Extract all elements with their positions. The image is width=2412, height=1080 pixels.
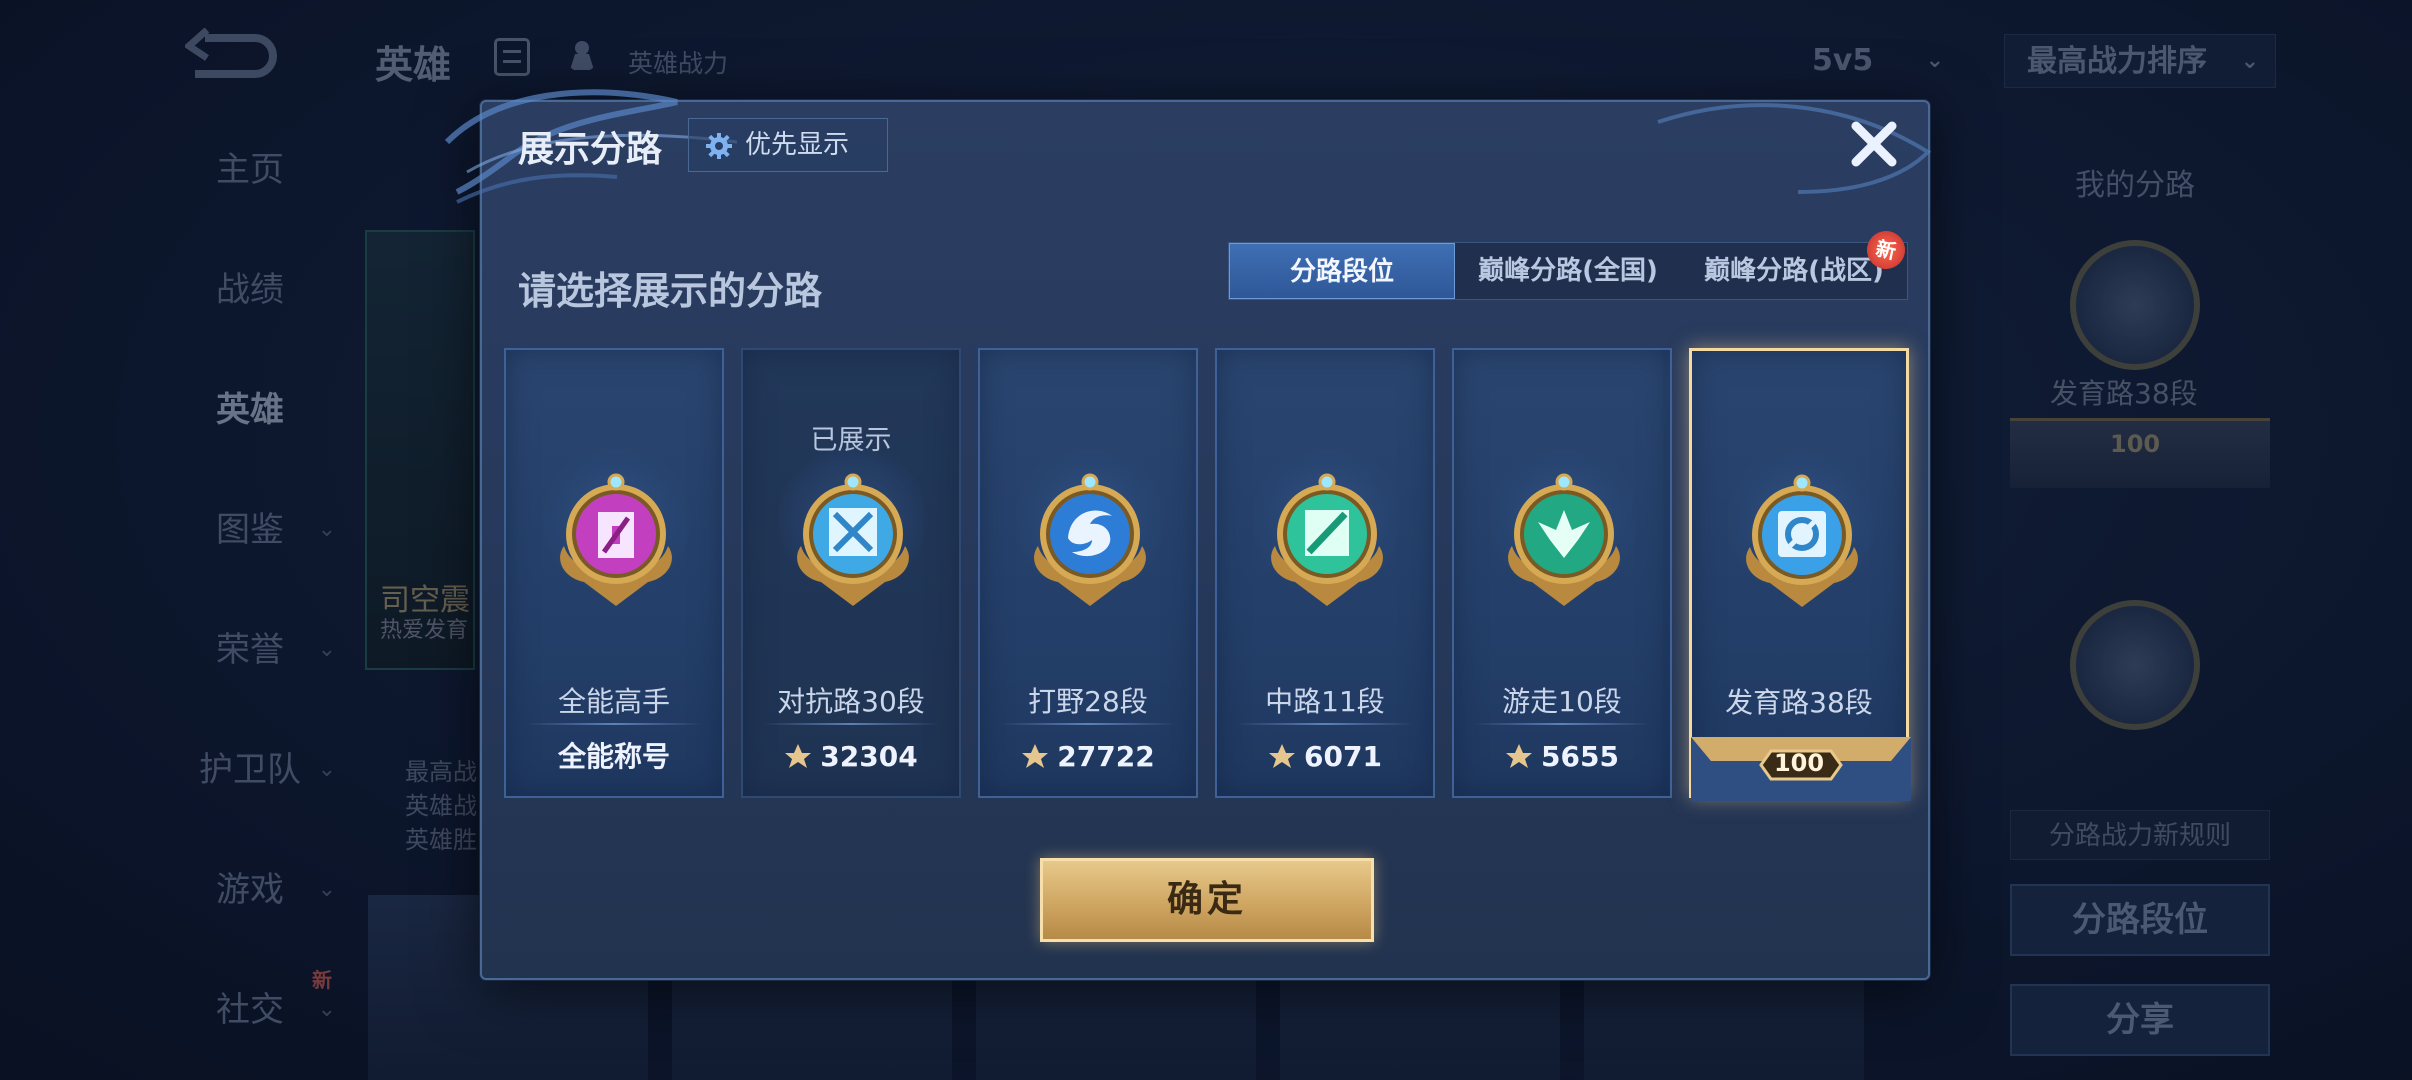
lane-power: 6071 (1217, 737, 1433, 777)
allround-lane-emblem-icon (560, 473, 672, 606)
gear-icon (706, 133, 732, 159)
tab-peak-lane-region[interactable]: 巅峰分路(战区) 新 (1681, 227, 1909, 299)
title-text: 全能称号 (557, 740, 670, 773)
lane-rank-label: 中路11段 (1265, 685, 1385, 718)
select-lane-prompt: 请选择展示的分路 (518, 269, 823, 313)
lane-card[interactable]: 已展示 对抗路30段 32304 (741, 348, 961, 798)
lane-power: 32304 (743, 737, 959, 777)
divider (763, 723, 939, 725)
dialog-title: 展示分路 (518, 129, 663, 170)
lane-rank-label: 发育路38段 (1725, 686, 1873, 719)
jungle-lane-emblem-icon (1034, 473, 1146, 606)
lane-power-value: 6071 (1304, 740, 1382, 773)
title-label: 全能称号 (506, 737, 722, 777)
power-icon (1506, 744, 1533, 768)
lane-rank-label: 游走10段 (1502, 685, 1622, 718)
farm-lane-emblem-icon (1746, 474, 1858, 607)
lane-rank-label: 对抗路30段 (777, 685, 925, 718)
tab-label: 巅峰分路(战区) (1704, 256, 1884, 286)
display-lane-dialog: 展示分路 优先显示 请选择展示的分路 分路段位 巅峰分路(全国) 巅峰分路(战区… (444, 89, 1932, 980)
divider (1474, 723, 1650, 725)
lane-card[interactable]: 游走10段 5655 (1452, 348, 1672, 798)
tab-peak-lane-national[interactable]: 巅峰分路(全国) (1455, 243, 1681, 299)
tab-lane-rank[interactable]: 分路段位 (1229, 243, 1455, 299)
tab-label: 巅峰分路(全国) (1478, 256, 1658, 286)
divider (526, 723, 702, 725)
divider (1000, 723, 1176, 725)
lane-rank-label: 全能高手 (557, 685, 670, 718)
lane-power: 27722 (980, 737, 1196, 777)
rank-badge-number: 100 (1773, 749, 1825, 777)
lane-card[interactable]: 打野28段 27722 (978, 348, 1198, 798)
priority-display-button[interactable]: 优先显示 (688, 118, 888, 172)
power-icon (1269, 744, 1296, 768)
divider (1237, 723, 1413, 725)
lane-card-list: 全能高手 全能称号 已展示 对抗路30段 32304 打野28段 27722 中路11段 607… (504, 348, 1914, 801)
lane-card[interactable]: 全能高手 全能称号 (504, 348, 724, 798)
lane-power: 5655 (1454, 737, 1670, 777)
lane-card[interactable]: 中路11段 6071 (1215, 348, 1435, 798)
power-icon (785, 744, 812, 768)
priority-display-label: 优先显示 (745, 130, 850, 160)
clash-lane-emblem-icon (797, 473, 909, 606)
lane-card[interactable]: 发育路38段 100 (1689, 348, 1911, 801)
lane-power-value: 27722 (1057, 740, 1155, 773)
roam-lane-emblem-icon (1508, 473, 1620, 606)
confirm-button[interactable]: 确定 (1040, 858, 1374, 942)
lane-power-value: 32304 (820, 740, 918, 773)
tab-label: 分路段位 (1289, 257, 1394, 287)
lane-power-value: 5655 (1541, 740, 1619, 773)
mid-lane-emblem-icon (1271, 473, 1383, 606)
power-icon (1022, 744, 1049, 768)
close-icon[interactable] (1844, 114, 1904, 174)
lane-tabs: 分路段位 巅峰分路(全国) 巅峰分路(战区) 新 (1228, 227, 1909, 300)
lane-rank-label: 打野28段 (1028, 685, 1148, 718)
